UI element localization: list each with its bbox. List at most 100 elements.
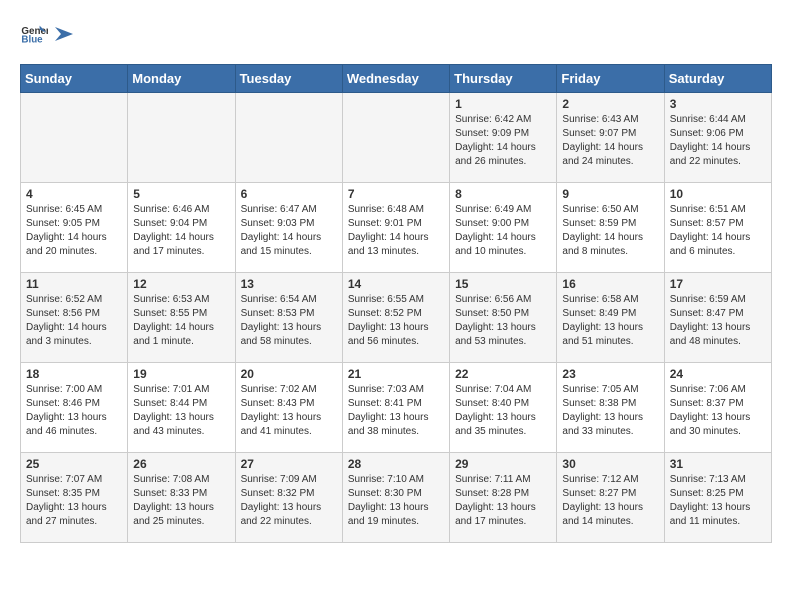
- day-number: 2: [562, 97, 658, 111]
- logo: General Blue: [20, 20, 73, 48]
- calendar-cell: 29Sunrise: 7:11 AMSunset: 8:28 PMDayligh…: [450, 453, 557, 543]
- day-info: Sunrise: 6:42 AMSunset: 9:09 PMDaylight:…: [455, 113, 551, 169]
- column-header-wednesday: Wednesday: [342, 65, 449, 93]
- day-info: Sunrise: 7:03 AMSunset: 8:41 PMDaylight:…: [348, 383, 444, 439]
- calendar-cell: 31 Sunrise: 7:13 AMSunset: 8:25 PMDayligh…: [664, 453, 771, 543]
- day-info: Sunrise: 7:06 AMSunset: 8:37 PMDaylight:…: [670, 383, 766, 439]
- calendar-cell: 24Sunrise: 7:06 AMSunset: 8:37 PMDayligh…: [664, 363, 771, 453]
- calendar-cell: 22Sunrise: 7:04 AMSunset: 8:40 PMDayligh…: [450, 363, 557, 453]
- day-info: Sunrise: 7:13 AMSunset: 8:25 PMDaylight:…: [670, 473, 766, 529]
- day-info: Sunrise: 7:09 AMSunset: 8:32 PMDaylight:…: [241, 473, 337, 529]
- calendar-cell: 3 Sunrise: 6:44 AMSunset: 9:06 PMDaylight…: [664, 93, 771, 183]
- calendar-cell: [21, 93, 128, 183]
- column-header-tuesday: Tuesday: [235, 65, 342, 93]
- day-number: 22: [455, 367, 551, 381]
- calendar-cell: 14Sunrise: 6:55 AMSunset: 8:52 PMDayligh…: [342, 273, 449, 363]
- day-info: Sunrise: 7:00 AMSunset: 8:46 PMDaylight:…: [26, 383, 122, 439]
- calendar-week-row: 4 Sunrise: 6:45 AMSunset: 9:05 PMDaylight…: [21, 183, 772, 273]
- calendar-cell: 20 Sunrise: 7:02 AMSunset: 8:43 PMDayligh…: [235, 363, 342, 453]
- calendar-cell: 25Sunrise: 7:07 AMSunset: 8:35 PMDayligh…: [21, 453, 128, 543]
- svg-text:Blue: Blue: [21, 34, 43, 45]
- day-info: Sunrise: 6:44 AMSunset: 9:06 PMDaylight:…: [670, 113, 766, 169]
- day-number: 15: [455, 277, 551, 291]
- day-info: Sunrise: 6:49 AMSunset: 9:00 PMDaylight:…: [455, 203, 551, 259]
- day-info: Sunrise: 7:12 AMSunset: 8:27 PMDaylight:…: [562, 473, 658, 529]
- calendar-cell: 10Sunrise: 6:51 AMSunset: 8:57 PMDayligh…: [664, 183, 771, 273]
- calendar-cell: 9Sunrise: 6:50 AMSunset: 8:59 PMDaylight…: [557, 183, 664, 273]
- day-info: Sunrise: 6:47 AMSunset: 9:03 PMDaylight:…: [241, 203, 337, 259]
- calendar-cell: 28 Sunrise: 7:10 AMSunset: 8:30 PMDayligh…: [342, 453, 449, 543]
- day-number: 20: [241, 367, 337, 381]
- day-info: Sunrise: 6:46 AMSunset: 9:04 PMDaylight:…: [133, 203, 229, 259]
- column-header-friday: Friday: [557, 65, 664, 93]
- day-number: 17: [670, 277, 766, 291]
- day-info: Sunrise: 6:52 AMSunset: 8:56 PMDaylight:…: [26, 293, 122, 349]
- day-info: Sunrise: 7:10 AMSunset: 8:30 PMDaylight:…: [348, 473, 444, 529]
- calendar-week-row: 1 Sunrise: 6:42 AMSunset: 9:09 PMDaylight…: [21, 93, 772, 183]
- day-number: 1: [455, 97, 551, 111]
- calendar-header-row: SundayMondayTuesdayWednesdayThursdayFrid…: [21, 65, 772, 93]
- day-info: Sunrise: 7:01 AMSunset: 8:44 PMDaylight:…: [133, 383, 229, 439]
- logo-icon: General Blue: [20, 20, 48, 48]
- day-number: 19: [133, 367, 229, 381]
- calendar-cell: 30Sunrise: 7:12 AMSunset: 8:27 PMDayligh…: [557, 453, 664, 543]
- day-info: Sunrise: 7:05 AMSunset: 8:38 PMDaylight:…: [562, 383, 658, 439]
- calendar-cell: 15 Sunrise: 6:56 AMSunset: 8:50 PMDayligh…: [450, 273, 557, 363]
- calendar-week-row: 25Sunrise: 7:07 AMSunset: 8:35 PMDayligh…: [21, 453, 772, 543]
- day-number: 18: [26, 367, 122, 381]
- calendar-cell: [128, 93, 235, 183]
- day-info: Sunrise: 7:08 AMSunset: 8:33 PMDaylight:…: [133, 473, 229, 529]
- column-header-monday: Monday: [128, 65, 235, 93]
- day-number: 21: [348, 367, 444, 381]
- column-header-saturday: Saturday: [664, 65, 771, 93]
- column-header-thursday: Thursday: [450, 65, 557, 93]
- day-info: Sunrise: 6:59 AMSunset: 8:47 PMDaylight:…: [670, 293, 766, 349]
- calendar-cell: 18 Sunrise: 7:00 AMSunset: 8:46 PMDayligh…: [21, 363, 128, 453]
- day-number: 14: [348, 277, 444, 291]
- calendar-cell: [235, 93, 342, 183]
- day-info: Sunrise: 6:51 AMSunset: 8:57 PMDaylight:…: [670, 203, 766, 259]
- day-number: 7: [348, 187, 444, 201]
- calendar-cell: 4 Sunrise: 6:45 AMSunset: 9:05 PMDaylight…: [21, 183, 128, 273]
- calendar-cell: 23 Sunrise: 7:05 AMSunset: 8:38 PMDayligh…: [557, 363, 664, 453]
- day-number: 29: [455, 457, 551, 471]
- day-number: 12: [133, 277, 229, 291]
- day-info: Sunrise: 6:45 AMSunset: 9:05 PMDaylight:…: [26, 203, 122, 259]
- day-number: 6: [241, 187, 337, 201]
- day-number: 11: [26, 277, 122, 291]
- day-info: Sunrise: 6:43 AMSunset: 9:07 PMDaylight:…: [562, 113, 658, 169]
- day-info: Sunrise: 7:02 AMSunset: 8:43 PMDaylight:…: [241, 383, 337, 439]
- day-number: 5: [133, 187, 229, 201]
- day-info: Sunrise: 7:07 AMSunset: 8:35 PMDaylight:…: [26, 473, 122, 529]
- calendar-cell: [342, 93, 449, 183]
- calendar-cell: 7Sunrise: 6:48 AMSunset: 9:01 PMDaylight…: [342, 183, 449, 273]
- calendar-cell: 17 Sunrise: 6:59 AMSunset: 8:47 PMDayligh…: [664, 273, 771, 363]
- day-number: 28: [348, 457, 444, 471]
- day-number: 13: [241, 277, 337, 291]
- calendar-table: SundayMondayTuesdayWednesdayThursdayFrid…: [20, 64, 772, 543]
- calendar-cell: 11 Sunrise: 6:52 AMSunset: 8:56 PMDayligh…: [21, 273, 128, 363]
- calendar-week-row: 11 Sunrise: 6:52 AMSunset: 8:56 PMDayligh…: [21, 273, 772, 363]
- calendar-cell: 8 Sunrise: 6:49 AMSunset: 9:00 PMDaylight…: [450, 183, 557, 273]
- day-number: 23: [562, 367, 658, 381]
- header: General Blue: [20, 20, 772, 48]
- day-number: 8: [455, 187, 551, 201]
- calendar-cell: 16 Sunrise: 6:58 AMSunset: 8:49 PMDayligh…: [557, 273, 664, 363]
- calendar-cell: 13 Sunrise: 6:54 AMSunset: 8:53 PMDayligh…: [235, 273, 342, 363]
- calendar-cell: 19 Sunrise: 7:01 AMSunset: 8:44 PMDayligh…: [128, 363, 235, 453]
- day-number: 9: [562, 187, 658, 201]
- calendar-cell: 6 Sunrise: 6:47 AMSunset: 9:03 PMDaylight…: [235, 183, 342, 273]
- calendar-cell: 5 Sunrise: 6:46 AMSunset: 9:04 PMDaylight…: [128, 183, 235, 273]
- calendar-cell: 2 Sunrise: 6:43 AMSunset: 9:07 PMDaylight…: [557, 93, 664, 183]
- logo-arrow-icon: [55, 27, 73, 41]
- day-info: Sunrise: 6:53 AMSunset: 8:55 PMDaylight:…: [133, 293, 229, 349]
- day-number: 31: [670, 457, 766, 471]
- day-number: 16: [562, 277, 658, 291]
- day-number: 4: [26, 187, 122, 201]
- calendar-cell: 26Sunrise: 7:08 AMSunset: 8:33 PMDayligh…: [128, 453, 235, 543]
- column-header-sunday: Sunday: [21, 65, 128, 93]
- day-info: Sunrise: 6:56 AMSunset: 8:50 PMDaylight:…: [455, 293, 551, 349]
- day-number: 3: [670, 97, 766, 111]
- day-info: Sunrise: 6:54 AMSunset: 8:53 PMDaylight:…: [241, 293, 337, 349]
- day-info: Sunrise: 6:58 AMSunset: 8:49 PMDaylight:…: [562, 293, 658, 349]
